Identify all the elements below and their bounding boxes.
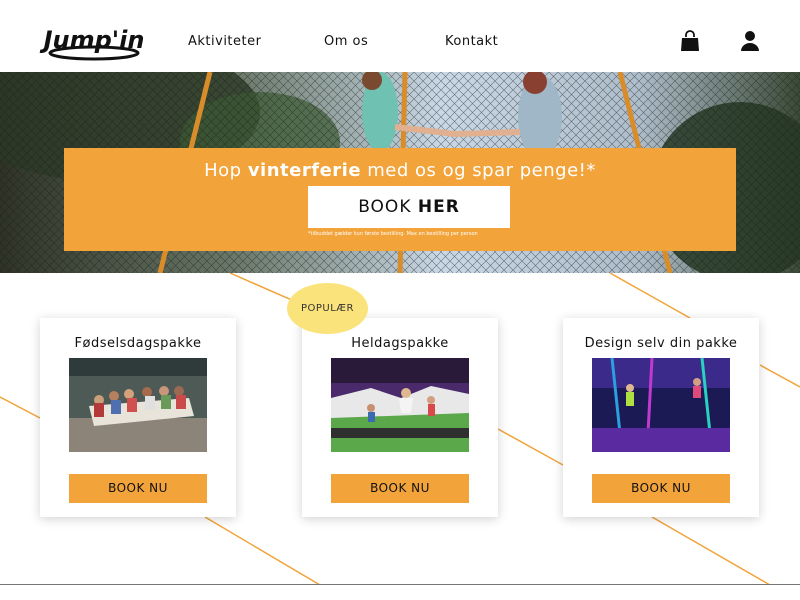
birthday-party-photo [69,358,207,452]
package-card-birthday: Fødselsdagspakke BOOK NU [40,318,236,517]
jumpin-logo[interactable]: Jump'in [38,20,150,62]
user-icon[interactable] [739,30,761,52]
shopping-bag-icon[interactable] [679,30,701,52]
promo-disclaimer: *tilbuddet gælder kun første bestilling.… [308,231,478,237]
hero-banner: Hop vinterferie med os og spar penge!* B… [0,72,800,273]
nav-kontakt[interactable]: Kontakt [445,34,498,49]
package-card-fullday: Heldagspakke BOOK NU [302,318,498,517]
package-card-design: Design selv din pakke BOOK NU [563,318,759,517]
nav-om-os[interactable]: Om os [324,34,368,49]
footer-divider [0,584,800,585]
book-nu-button[interactable]: BOOK NU [331,474,469,503]
popular-badge: POPULÆR [287,283,368,334]
book-her-button[interactable]: BOOK HER [308,186,510,228]
nav-aktiviteter[interactable]: Aktiviteter [188,34,261,49]
card-title: Fødselsdagspakke [74,336,202,351]
book-nu-button[interactable]: BOOK NU [592,474,730,503]
book-nu-button[interactable]: BOOK NU [69,474,207,503]
logo-text: Jump'in [40,26,145,54]
card-title: Design selv din pakke [584,336,738,351]
promo-box: Hop vinterferie med os og spar penge!* B… [64,148,736,251]
neon-trampoline-photo [592,358,730,452]
site-header: Jump'in Aktiviteter Om os Kontakt [0,0,800,72]
trampoline-park-photo [331,358,469,452]
card-title: Heldagspakke [351,336,449,351]
promo-headline: Hop vinterferie med os og spar penge!* [204,160,596,181]
